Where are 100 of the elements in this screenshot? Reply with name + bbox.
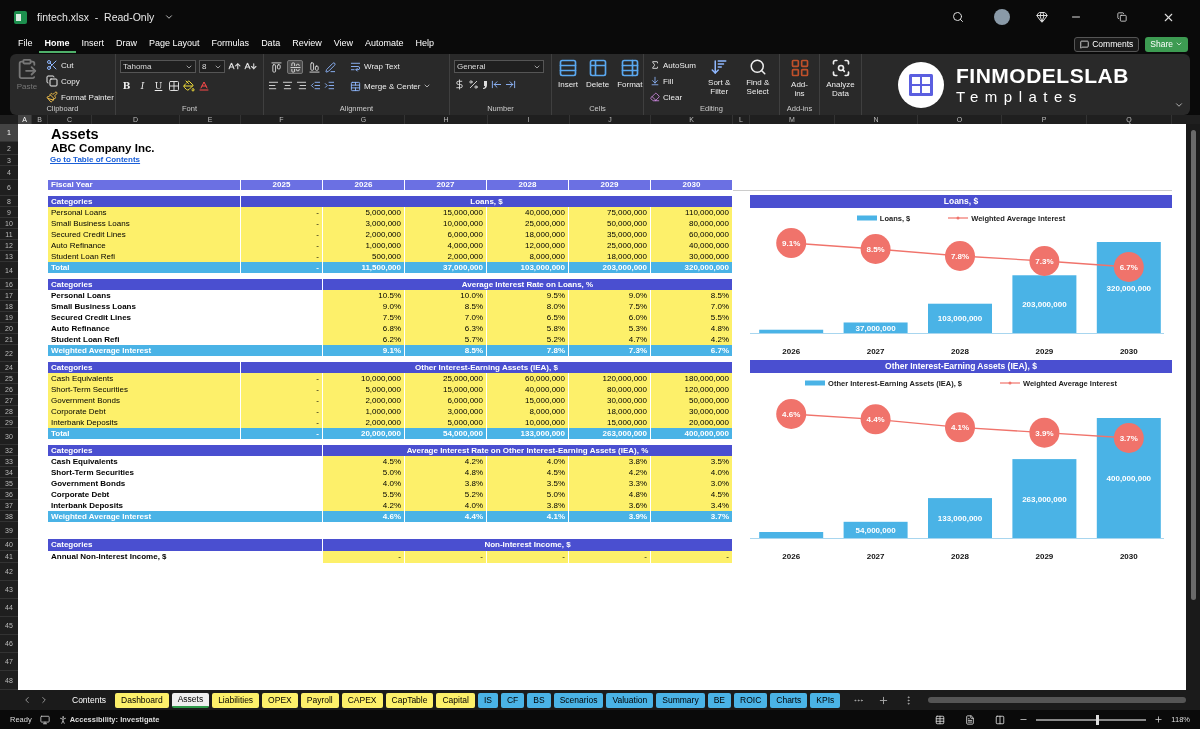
data-label: 7.8% — [950, 252, 970, 261]
number-format-field[interactable]: General — [454, 60, 544, 73]
table-cell: 4.8% — [651, 323, 733, 334]
sheet-tab[interactable]: Scenarios — [553, 692, 604, 708]
cells-button[interactable]: Insert — [556, 58, 580, 104]
table-of-contents-link[interactable]: Go to Table of Contents — [48, 155, 141, 166]
caret-icon[interactable] — [164, 12, 175, 22]
menu-tab[interactable]: Insert — [75, 35, 111, 53]
fill-color-icon[interactable] — [183, 80, 195, 92]
align-center-icon[interactable] — [282, 80, 293, 91]
indent-decrease-icon[interactable] — [310, 80, 321, 91]
menu-tab[interactable]: Draw — [110, 35, 144, 53]
grid-icon — [789, 58, 810, 78]
percent-icon[interactable] — [468, 79, 479, 90]
table-cell: - — [241, 207, 323, 218]
sheet-tab[interactable]: Capital — [436, 692, 475, 708]
table-cell: - — [651, 551, 733, 563]
menu-tab[interactable]: Formulas — [205, 35, 256, 53]
sheet-tab[interactable]: IS — [477, 692, 498, 708]
align-right-icon[interactable] — [296, 80, 307, 91]
analyze-data-button[interactable]: Analyze Data — [824, 58, 857, 115]
data-label: 320,000,000 — [1106, 283, 1152, 293]
font-size-field[interactable]: 8 — [199, 60, 225, 73]
row-label: Personal Loans — [48, 207, 241, 218]
axis-label: 2028 — [951, 347, 969, 356]
format-painter-button[interactable]: Format Painter — [44, 90, 116, 104]
align-icon — [308, 61, 320, 73]
cells-button[interactable]: Delete — [584, 58, 612, 104]
table-cell: 4.5% — [323, 456, 405, 467]
indent-increase-icon[interactable] — [324, 80, 335, 91]
add-ins-button[interactable]: Add-ins — [784, 58, 815, 104]
search-icon[interactable] — [952, 11, 964, 23]
sheet-tab[interactable]: Summary — [656, 692, 705, 708]
decrease-decimal-icon[interactable] — [505, 79, 516, 90]
bold-button[interactable]: B — [120, 79, 133, 93]
sheet-tab[interactable]: KPIs — [810, 692, 841, 708]
table-icon — [619, 58, 640, 78]
copy-button[interactable]: Copy — [44, 74, 116, 88]
horizontal-scrollbar[interactable] — [928, 697, 1186, 703]
menu-tab[interactable]: File — [12, 35, 39, 53]
sheet-tab[interactable]: CapTable — [385, 692, 434, 708]
sheet-tab[interactable]: Assets — [171, 692, 210, 708]
menu-tab[interactable]: Data — [255, 35, 287, 53]
underline-button[interactable]: U — [152, 79, 165, 93]
wrap-text-button[interactable]: Wrap Text — [348, 59, 434, 73]
total-cell: 4.1% — [487, 511, 569, 522]
sheet-tab[interactable]: BS — [527, 692, 551, 708]
find-select-button[interactable]: Find & Select — [740, 58, 775, 104]
font-name-field[interactable]: Tahoma — [120, 60, 196, 73]
scrollbar-thumb[interactable] — [1190, 130, 1196, 600]
comments-button[interactable]: Comments — [1074, 36, 1140, 52]
align-left-icon[interactable] — [268, 80, 279, 91]
sheet-tab[interactable]: CF — [500, 692, 525, 708]
diamond-icon[interactable] — [1036, 11, 1048, 23]
sheet-tab[interactable]: Contents — [66, 692, 113, 708]
sort-filter-button[interactable]: Sort & Filter — [701, 58, 737, 104]
avatar — [994, 9, 1010, 25]
menu-tab[interactable]: Review — [286, 35, 328, 53]
sheet-tab[interactable]: OPEX — [262, 692, 298, 708]
vertical-align-button[interactable] — [306, 60, 322, 74]
fill-button[interactable]: Fill — [648, 74, 698, 88]
total-cell: 11,500,000 — [323, 262, 405, 273]
total-cell: 6.7% — [651, 345, 733, 356]
zoom-in-icon[interactable] — [1154, 715, 1164, 724]
data-label: 3.7% — [1119, 434, 1138, 443]
italic-button[interactable]: I — [136, 79, 149, 93]
sheet-tab[interactable]: Valuation — [606, 692, 654, 708]
menu-tab[interactable]: View — [327, 35, 359, 53]
cut-button[interactable]: Cut — [44, 58, 116, 72]
menu-tab[interactable]: Help — [409, 35, 441, 53]
increase-decimal-icon[interactable] — [491, 79, 502, 90]
borders-icon[interactable] — [168, 80, 180, 92]
total-cell: - — [241, 428, 323, 439]
sheet-tab[interactable]: Dashboard — [115, 692, 169, 708]
sheet-tab[interactable]: BE — [707, 692, 731, 708]
cells-button[interactable]: Format — [615, 58, 645, 104]
sheet-tab[interactable]: Charts — [770, 692, 808, 708]
table-cell: - — [241, 417, 323, 428]
menu-tab[interactable]: Automate — [359, 35, 410, 53]
collapse-ribbon-icon[interactable] — [1174, 100, 1184, 110]
vertical-align-button[interactable] — [287, 60, 303, 74]
page-layout-icon[interactable] — [965, 714, 976, 725]
menu-tab[interactable]: Page Layout — [143, 35, 206, 53]
data-label: 9.1% — [782, 239, 801, 248]
sheet-tab[interactable]: CAPEX — [341, 692, 383, 708]
field-value: Tahoma — [123, 62, 152, 71]
sheet-tab[interactable]: ROIC — [734, 692, 768, 708]
orientation-icon[interactable] — [325, 61, 336, 73]
font-color-icon[interactable] — [198, 80, 210, 92]
zoom-slider-thumb[interactable] — [1095, 714, 1099, 725]
merge-center-button[interactable]: Merge & Center — [348, 79, 434, 93]
currency-icon[interactable] — [454, 79, 465, 90]
vertical-align-button[interactable] — [268, 60, 284, 74]
comma-style-icon[interactable] — [482, 79, 488, 90]
normal-view-icon[interactable] — [935, 714, 946, 725]
clear-button[interactable]: Clear — [648, 90, 698, 104]
sheet-tab[interactable]: Payroll — [300, 692, 339, 708]
page-break-icon[interactable] — [995, 714, 1006, 725]
autosum-button[interactable]: AutoSum — [648, 58, 698, 72]
sheet-tab[interactable]: Liabilities — [212, 692, 260, 708]
